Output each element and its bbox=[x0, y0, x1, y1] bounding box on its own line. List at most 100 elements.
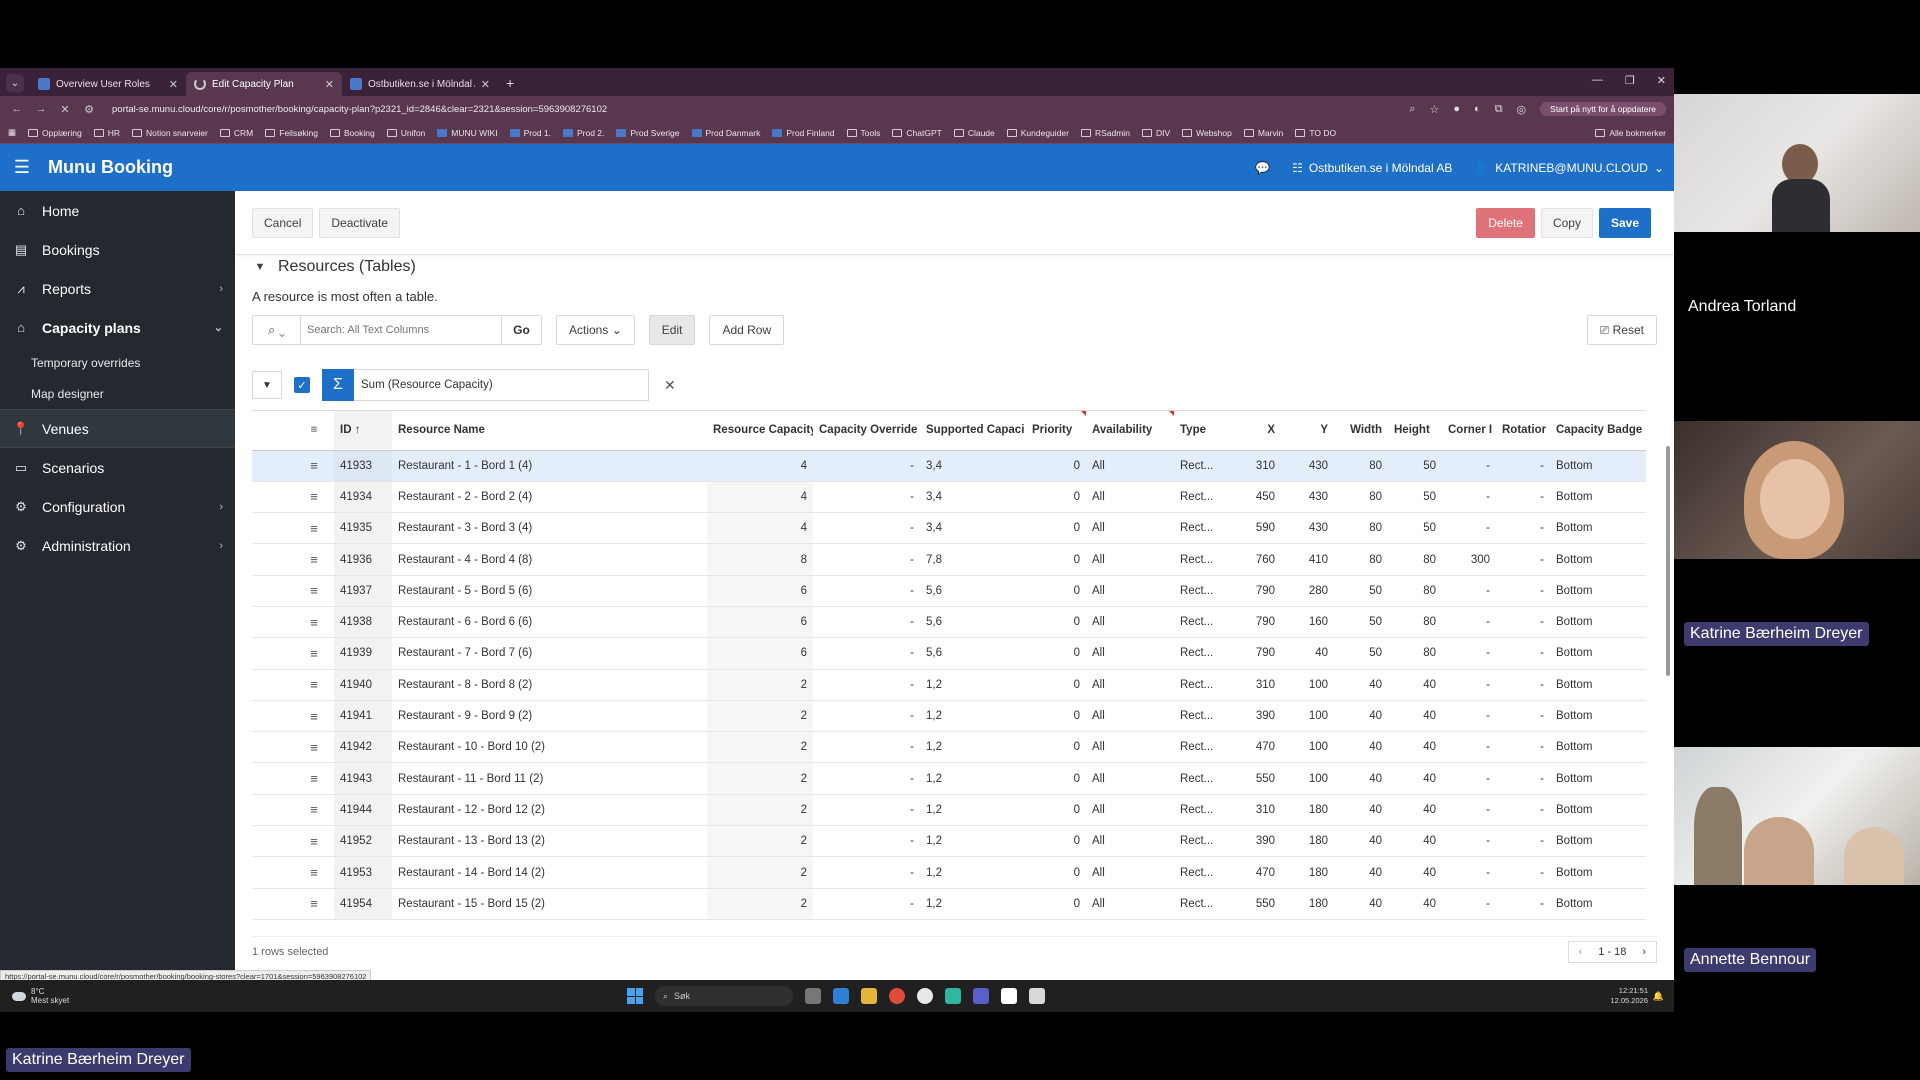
cell-height[interactable]: 40 bbox=[1388, 856, 1442, 889]
cell-resource-name[interactable]: Restaurant - 15 - Bord 15 (2) bbox=[392, 888, 707, 920]
forward-icon[interactable]: → bbox=[32, 103, 50, 115]
cell-height[interactable]: 40 bbox=[1388, 731, 1442, 764]
row-actions-icon[interactable]: ≡ bbox=[294, 450, 334, 482]
cell-rotation[interactable]: - bbox=[1496, 481, 1550, 514]
cell-x[interactable]: 590 bbox=[1228, 512, 1281, 545]
teams-icon[interactable] bbox=[973, 988, 989, 1004]
copy-button[interactable]: Copy bbox=[1540, 207, 1593, 238]
cell-capacity-badge[interactable]: Bottom bbox=[1550, 481, 1646, 514]
cell-supported-capacity[interactable]: 1,2 bbox=[920, 856, 1026, 889]
cell-rotation[interactable]: - bbox=[1496, 543, 1550, 576]
browser-tab[interactable]: Overview User Roles ✕ bbox=[30, 72, 186, 96]
cell-x[interactable]: 310 bbox=[1228, 450, 1281, 482]
column-header-priority[interactable]: Priority bbox=[1026, 411, 1086, 451]
cell-priority[interactable]: 0 bbox=[1026, 481, 1086, 514]
remove-aggregate-icon[interactable]: ✕ bbox=[664, 377, 676, 394]
cell-supported-capacity[interactable]: 7,8 bbox=[920, 543, 1026, 576]
row-actions-icon[interactable]: ≡ bbox=[294, 794, 334, 827]
app-icon[interactable] bbox=[917, 988, 933, 1004]
cell-y[interactable]: 180 bbox=[1281, 794, 1334, 827]
bookmark-item[interactable]: Tools bbox=[846, 128, 880, 138]
cell-y[interactable]: 180 bbox=[1281, 825, 1334, 858]
table-row[interactable]: ≡ 41954 Restaurant - 15 - Bord 15 (2) 2-1,2… bbox=[252, 888, 1646, 920]
cell-x[interactable]: 390 bbox=[1228, 825, 1281, 858]
row-select-cell[interactable] bbox=[252, 731, 294, 764]
row-select-cell[interactable] bbox=[252, 669, 294, 701]
apps-icon[interactable]: ▦ bbox=[8, 127, 16, 138]
row-select-cell[interactable] bbox=[252, 575, 294, 607]
table-row[interactable]: ≡ 41952 Restaurant - 13 - Bord 13 (2) 2-1,2… bbox=[252, 825, 1646, 858]
bookmark-item[interactable]: Feilsøking bbox=[265, 128, 318, 138]
column-header-type[interactable]: Type bbox=[1174, 411, 1228, 451]
cell-rotation[interactable]: - bbox=[1496, 856, 1550, 889]
stop-icon[interactable]: ✕ bbox=[56, 103, 74, 116]
cell-corner-radius[interactable]: - bbox=[1442, 888, 1496, 920]
taskbar-search[interactable]: ⌕ Søk bbox=[655, 986, 793, 1006]
cell-id[interactable]: 41954 bbox=[334, 888, 392, 920]
table-row[interactable]: ≡ 41941 Restaurant - 9 - Bord 9 (2) 2-1,2 0 A… bbox=[252, 700, 1646, 733]
cell-width[interactable]: 50 bbox=[1334, 637, 1388, 670]
cell-capacity-override[interactable]: - bbox=[813, 700, 920, 733]
aggregate-chip[interactable]: Sum (Resource Capacity) bbox=[354, 369, 649, 401]
cell-supported-capacity[interactable]: 1,2 bbox=[920, 762, 1026, 795]
bookmark-item[interactable]: Unifon bbox=[386, 128, 425, 138]
cell-priority[interactable]: 0 bbox=[1026, 606, 1086, 639]
cell-type[interactable]: Rect... bbox=[1174, 762, 1228, 795]
browser-tab[interactable]: Ostbutiken.se i Mölndal AB Bo: ✕ bbox=[342, 72, 498, 96]
cell-height[interactable]: 80 bbox=[1388, 637, 1442, 670]
row-actions-icon[interactable]: ≡ bbox=[294, 731, 334, 764]
cell-corner-radius[interactable]: - bbox=[1442, 450, 1496, 482]
table-row[interactable]: ≡ 41934 Restaurant - 2 - Bord 2 (4) 4-3,4 0 A… bbox=[252, 481, 1646, 514]
cell-type[interactable]: Rect... bbox=[1174, 856, 1228, 889]
cell-corner-radius[interactable]: - bbox=[1442, 637, 1496, 670]
sidebar-item-bookings[interactable]: ▤ Bookings bbox=[0, 230, 235, 269]
column-header-y[interactable]: Y bbox=[1281, 411, 1334, 451]
back-icon[interactable]: ← bbox=[8, 103, 26, 115]
bookmark-item[interactable]: Prod Finland bbox=[772, 128, 835, 138]
sidebar-item-administration[interactable]: ⚙ Administration › bbox=[0, 526, 235, 565]
cell-priority[interactable]: 0 bbox=[1026, 512, 1086, 545]
cell-resource-name[interactable]: Restaurant - 3 - Bord 3 (4) bbox=[392, 512, 707, 545]
row-select-cell[interactable] bbox=[252, 481, 294, 514]
bookmark-item[interactable]: RSadmin bbox=[1080, 128, 1130, 138]
collapse-caret-icon[interactable]: ▼ bbox=[252, 261, 268, 273]
cell-id[interactable]: 41939 bbox=[334, 637, 392, 670]
cell-y[interactable]: 100 bbox=[1281, 669, 1334, 701]
cell-capacity-badge[interactable]: Bottom bbox=[1550, 669, 1646, 701]
table-row[interactable]: ≡ 41936 Restaurant - 4 - Bord 4 (8) 8-7,8 0 A… bbox=[252, 543, 1646, 576]
bookmark-item[interactable]: Prod 2. bbox=[562, 128, 604, 138]
all-bookmarks[interactable]: Alle bokmerker bbox=[1595, 128, 1666, 138]
cell-type[interactable]: Rect... bbox=[1174, 543, 1228, 576]
row-actions-icon[interactable]: ≡ bbox=[294, 825, 334, 858]
cell-priority[interactable]: 0 bbox=[1026, 637, 1086, 670]
cell-capacity-badge[interactable]: Bottom bbox=[1550, 762, 1646, 795]
cell-availability[interactable]: All bbox=[1086, 512, 1174, 545]
cell-height[interactable]: 40 bbox=[1388, 700, 1442, 733]
row-actions-icon[interactable]: ≡ bbox=[294, 762, 334, 795]
cell-capacity-badge[interactable]: Bottom bbox=[1550, 856, 1646, 889]
row-actions-icon[interactable]: ≡ bbox=[294, 700, 334, 733]
cell-width[interactable]: 40 bbox=[1334, 669, 1388, 701]
cell-rotation[interactable]: - bbox=[1496, 669, 1550, 701]
row-select-cell[interactable] bbox=[252, 888, 294, 920]
task-view-icon[interactable] bbox=[805, 988, 821, 1004]
cell-corner-radius[interactable]: - bbox=[1442, 575, 1496, 607]
cell-capacity-override[interactable]: - bbox=[813, 637, 920, 670]
cell-height[interactable]: 50 bbox=[1388, 481, 1442, 514]
cell-height[interactable]: 80 bbox=[1388, 575, 1442, 607]
cell-supported-capacity[interactable]: 1,2 bbox=[920, 731, 1026, 764]
cell-capacity-override[interactable]: - bbox=[813, 606, 920, 639]
cell-rotation[interactable]: - bbox=[1496, 637, 1550, 670]
cell-availability[interactable]: All bbox=[1086, 481, 1174, 514]
cell-capacity-badge[interactable]: Bottom bbox=[1550, 700, 1646, 733]
cell-id[interactable]: 41944 bbox=[334, 794, 392, 827]
cell-priority[interactable]: 0 bbox=[1026, 825, 1086, 858]
cell-resource-capacity[interactable]: 6 bbox=[707, 637, 813, 670]
bookmark-item[interactable]: Notion snarveier bbox=[132, 128, 208, 138]
column-header-supported-capacity[interactable]: Supported Capaci bbox=[920, 411, 1026, 451]
cell-width[interactable]: 40 bbox=[1334, 731, 1388, 764]
cell-capacity-badge[interactable]: Bottom bbox=[1550, 637, 1646, 670]
cell-type[interactable]: Rect... bbox=[1174, 637, 1228, 670]
column-header-id[interactable]: ID ↑ bbox=[334, 411, 392, 451]
cell-resource-capacity[interactable]: 2 bbox=[707, 669, 813, 701]
